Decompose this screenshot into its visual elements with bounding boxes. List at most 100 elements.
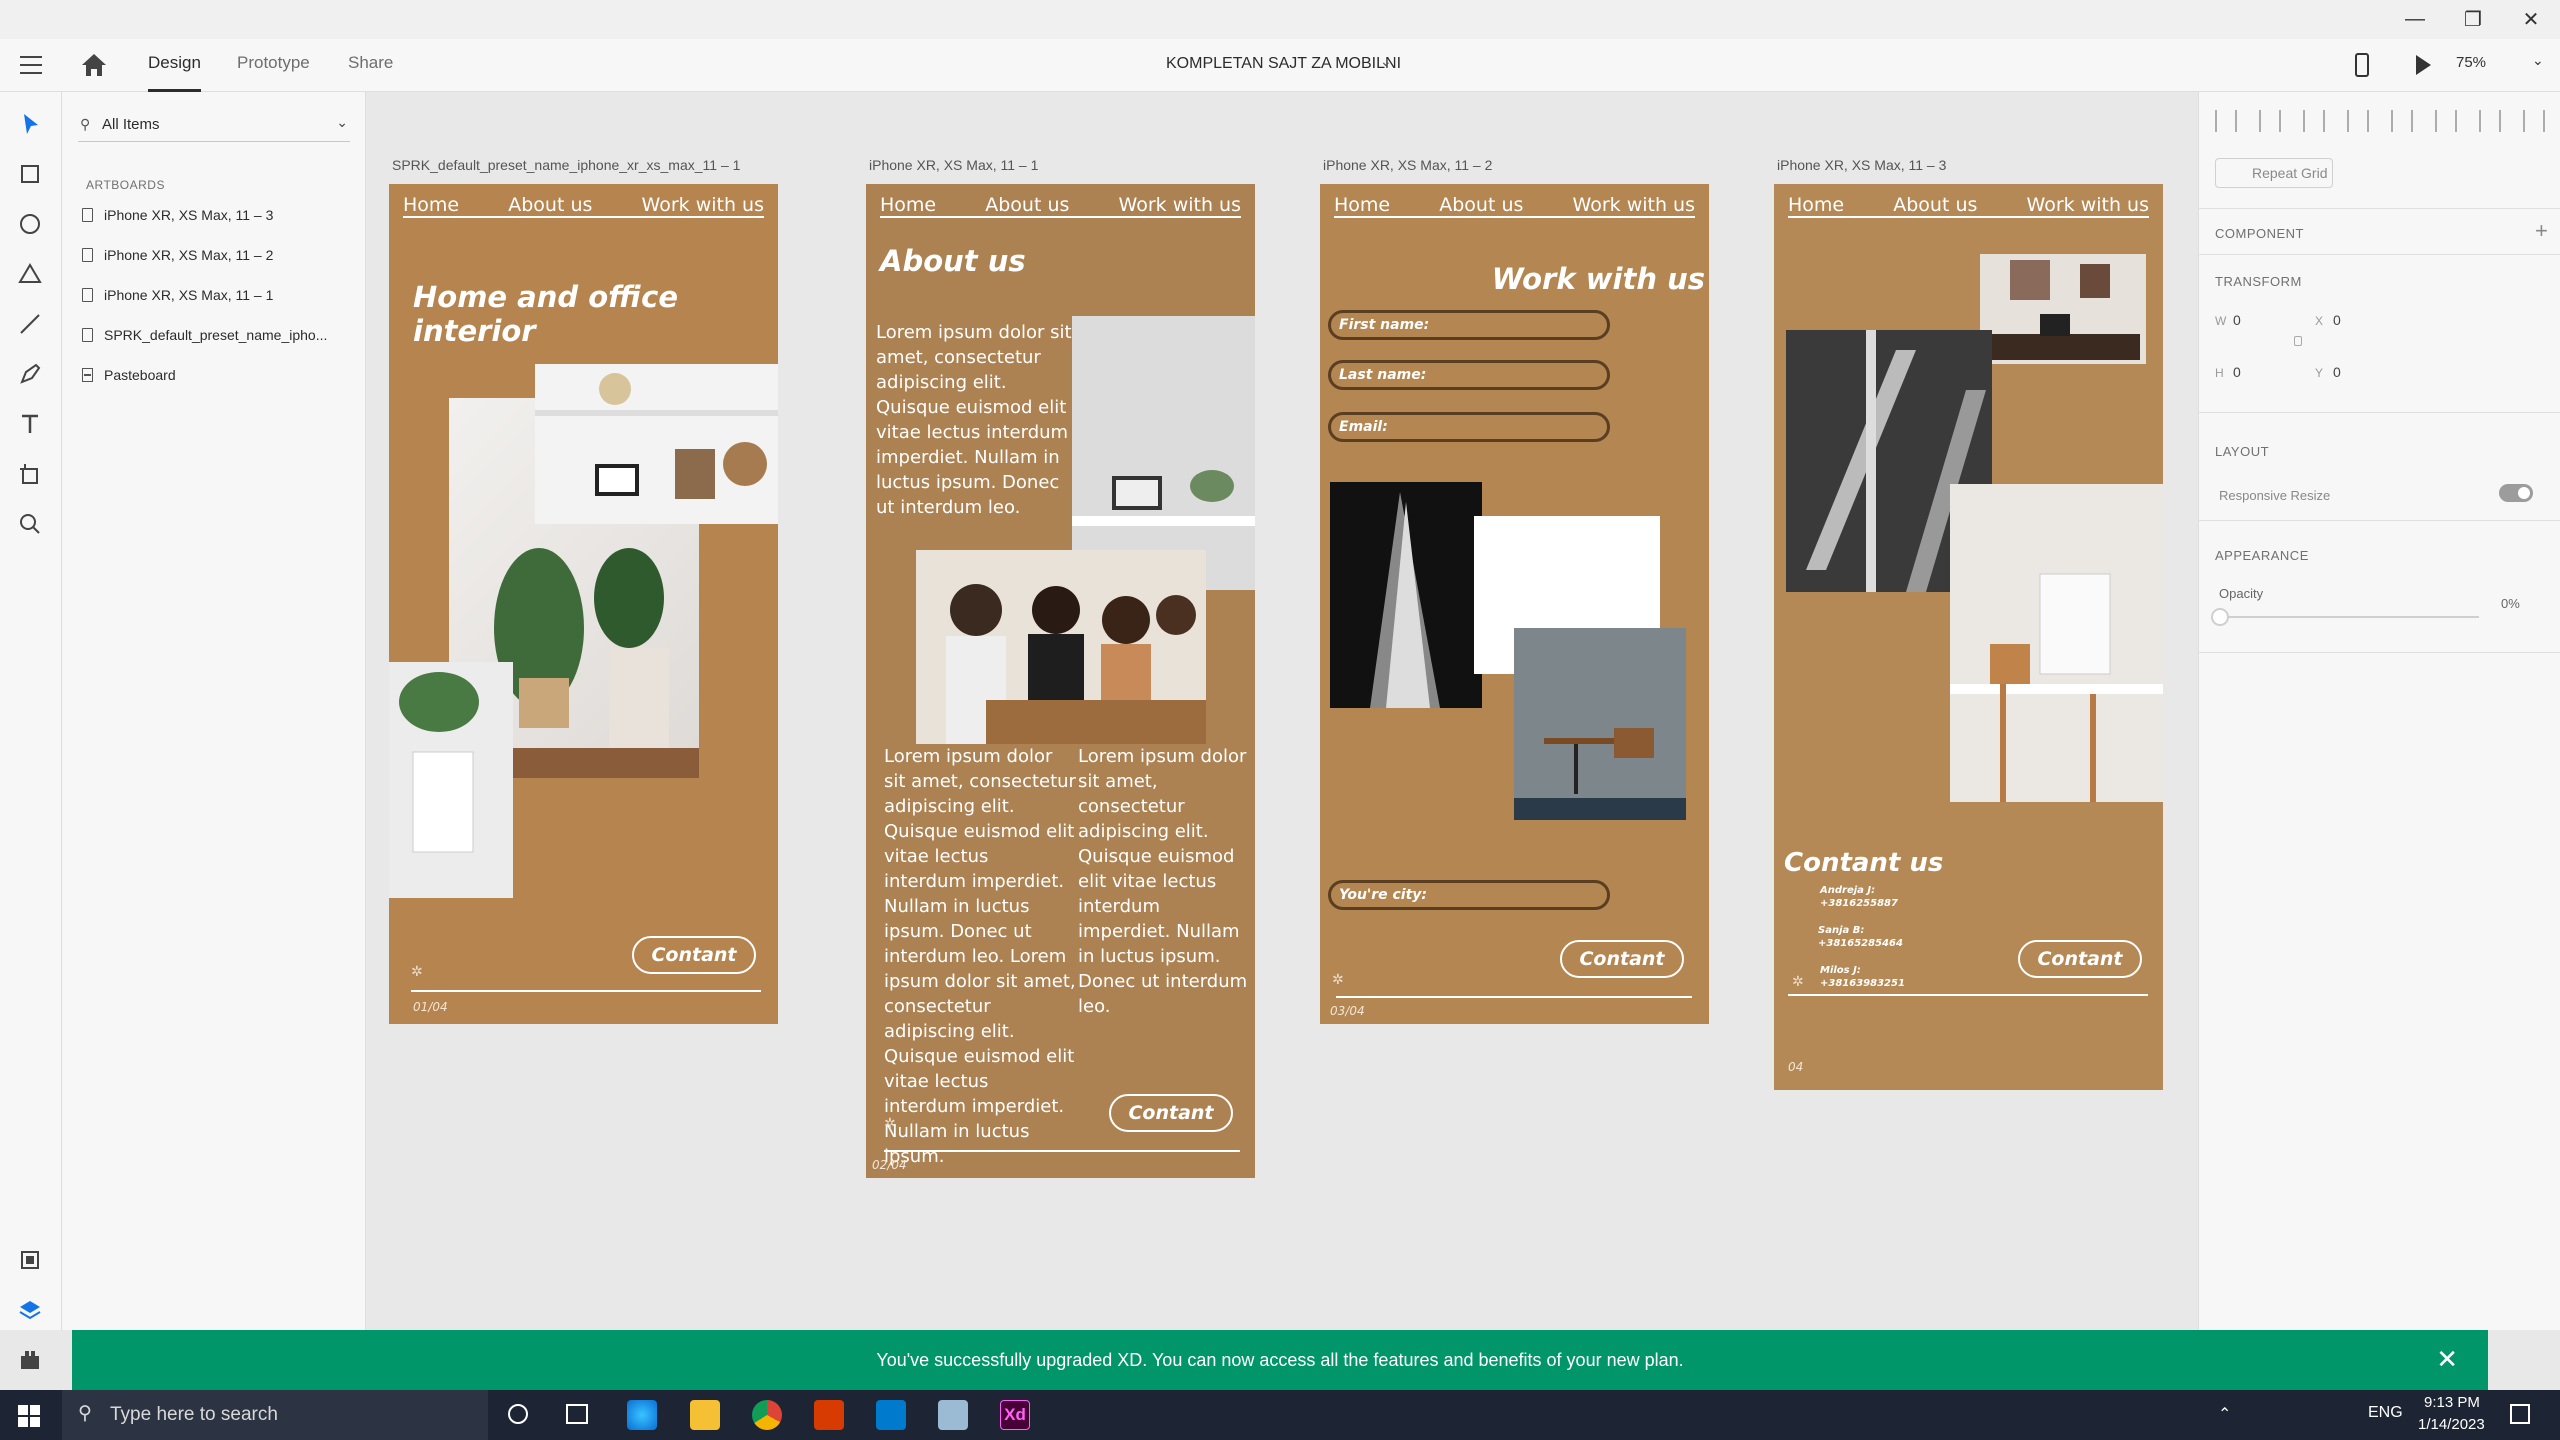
vscode-icon[interactable] [876,1400,906,1430]
clock-time[interactable]: 9:13 PM [2424,1394,2480,1411]
contact-button[interactable]: Contant [632,936,756,974]
layer-item[interactable]: SPRK_default_preset_name_ipho... [78,322,358,352]
pen-tool-icon[interactable] [16,360,44,388]
lock-icon[interactable] [2294,336,2302,346]
align-center-icon[interactable] [2435,110,2457,132]
align-top-icon[interactable] [2215,110,2237,132]
artboard-home[interactable]: Home About us Work with us Home and offi… [389,184,778,1024]
layers-icon[interactable] [16,1296,44,1324]
distribute-horizontal-icon[interactable] [2523,110,2545,132]
rectangle-tool-icon[interactable] [16,160,44,188]
height-input[interactable]: 0 [2233,364,2241,380]
artboard-label[interactable]: iPhone XR, XS Max, 11 – 2 [1323,157,1492,173]
nav-home[interactable]: Home [403,194,459,216]
plugins-icon[interactable] [16,1346,44,1374]
close-icon[interactable]: ✕ [2436,1344,2458,1375]
artboard-about[interactable]: Home About us Work with us About us Lore… [866,184,1255,1178]
opacity-value[interactable]: 0% [2501,596,2520,611]
artboard-label[interactable]: SPRK_default_preset_name_iphone_xr_xs_ma… [392,157,740,173]
notifications-icon[interactable] [2510,1404,2530,1424]
artboard-label[interactable]: iPhone XR, XS Max, 11 – 1 [869,157,1038,173]
nav-about[interactable]: About us [508,194,592,216]
app-icon[interactable] [938,1400,968,1430]
office-icon[interactable] [814,1400,844,1430]
width-input[interactable]: 0 [2233,312,2241,328]
add-component-icon[interactable]: + [2535,218,2548,244]
edge-icon[interactable] [627,1400,657,1430]
repeat-grid-button[interactable]: Repeat Grid [2215,158,2333,188]
first-name-field[interactable]: First name: [1328,310,1610,340]
align-bottom-icon[interactable] [2303,110,2325,132]
responsive-resize-toggle[interactable] [2499,484,2533,502]
nav-about[interactable]: About us [1893,194,1977,216]
contact-button[interactable]: Contant [1109,1094,1233,1132]
layer-item[interactable]: Pasteboard [78,362,358,392]
nav-work[interactable]: Work with us [2027,194,2149,216]
nav-home[interactable]: Home [1334,194,1390,216]
tab-design[interactable]: Design [148,53,201,92]
artboard-contact[interactable]: Home About us Work with us Contant us An… [1774,184,2163,1090]
adobe-xd-icon[interactable]: Xd [1000,1400,1030,1430]
nav-about[interactable]: About us [985,194,1069,216]
hamburger-menu-icon[interactable] [20,56,42,74]
chevron-down-icon[interactable]: ⌄ [1380,53,1392,70]
nav-work[interactable]: Work with us [1119,194,1241,216]
chrome-icon[interactable] [752,1400,782,1430]
layers-filter[interactable]: ⚲ All Items ⌄ [78,112,350,142]
cortana-icon[interactable] [508,1404,528,1424]
zoom-tool-icon[interactable] [16,510,44,538]
contact-button[interactable]: Contant [1560,940,1684,978]
y-input[interactable]: 0 [2333,364,2341,380]
text-tool-icon[interactable] [16,410,44,438]
align-tools[interactable] [2215,110,2545,138]
nav-about[interactable]: About us [1439,194,1523,216]
minimize-button[interactable]: — [2386,0,2444,39]
windows-start-icon[interactable] [18,1405,40,1427]
city-field[interactable]: You're city: [1328,880,1610,910]
artboard-icon [82,208,93,222]
nav-home[interactable]: Home [880,194,936,216]
opacity-slider-track[interactable] [2219,616,2479,618]
opacity-slider-handle[interactable] [2211,608,2229,626]
polygon-tool-icon[interactable] [16,260,44,288]
last-name-field[interactable]: Last name: [1328,360,1610,390]
align-right-icon[interactable] [2479,110,2501,132]
file-explorer-icon[interactable] [690,1400,720,1430]
assets-icon[interactable] [16,1246,44,1274]
nav-work[interactable]: Work with us [642,194,764,216]
zoom-level[interactable]: 75% [2456,54,2486,71]
play-icon[interactable] [2414,54,2432,76]
line-tool-icon[interactable] [16,310,44,338]
x-input[interactable]: 0 [2333,312,2341,328]
ellipse-tool-icon[interactable] [16,210,44,238]
align-middle-icon[interactable] [2259,110,2281,132]
home-icon[interactable] [80,52,108,78]
document-title[interactable]: KOMPLETAN SAJT ZA MOBILNI [1166,55,1401,73]
tab-share[interactable]: Share [348,53,393,92]
layer-item[interactable]: iPhone XR, XS Max, 11 – 1 [78,282,358,312]
artboard-label[interactable]: iPhone XR, XS Max, 11 – 3 [1777,157,1946,173]
artboard-work[interactable]: Home About us Work with us Work with us … [1320,184,1709,1024]
layer-item[interactable]: iPhone XR, XS Max, 11 – 2 [78,242,358,272]
bottom-line [884,1150,1240,1152]
language-indicator[interactable]: ENG [2368,1404,2403,1422]
email-field[interactable]: Email: [1328,412,1610,442]
distribute-vertical-icon[interactable] [2347,110,2369,132]
task-view-icon[interactable] [566,1404,588,1424]
select-tool-icon[interactable] [16,110,44,138]
nav-work[interactable]: Work with us [1573,194,1695,216]
taskbar-search[interactable]: ⚲ Type here to search [62,1390,488,1440]
maximize-button[interactable]: ❐ [2444,0,2502,39]
close-window-button[interactable]: ✕ [2502,0,2560,39]
zoom-chevron-icon[interactable]: ⌄ [2532,52,2544,69]
chevron-down-icon[interactable]: ⌄ [336,114,348,131]
align-left-icon[interactable] [2391,110,2413,132]
layer-item[interactable]: iPhone XR, XS Max, 11 – 3 [78,202,358,232]
clock-date[interactable]: 1/14/2023 [2418,1416,2485,1433]
mobile-preview-icon[interactable] [2354,53,2370,77]
tab-prototype[interactable]: Prototype [237,53,310,92]
artboard-tool-icon[interactable] [16,460,44,488]
nav-home[interactable]: Home [1788,194,1844,216]
tray-chevron-icon[interactable]: ⌃ [2218,1404,2231,1424]
contact-button[interactable]: Contant [2018,940,2142,978]
